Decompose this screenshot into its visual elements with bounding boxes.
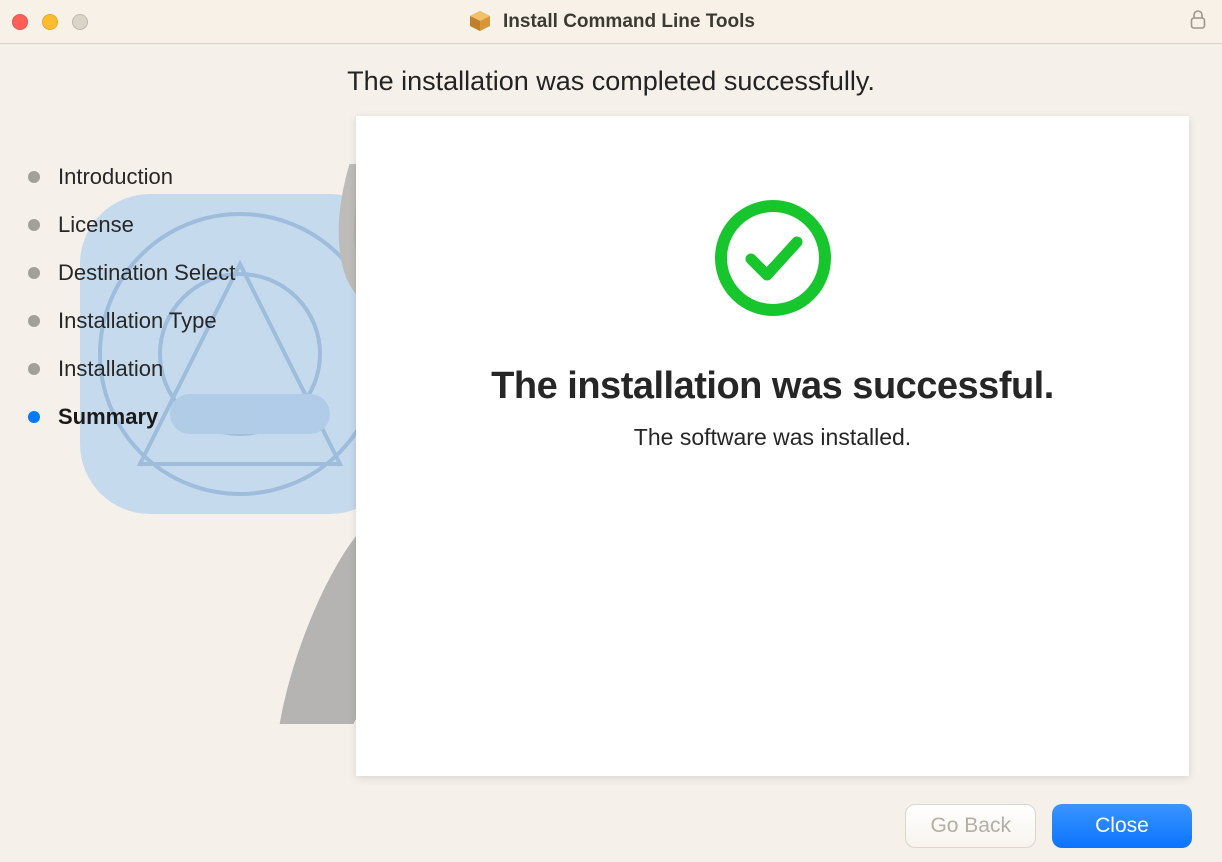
step-label: License bbox=[58, 212, 134, 238]
step-label: Installation Type bbox=[58, 308, 217, 334]
summary-card: The installation was successful. The sof… bbox=[356, 116, 1189, 776]
step-destination-select: Destination Select bbox=[28, 260, 348, 286]
close-window-button[interactable] bbox=[12, 14, 28, 30]
footer-buttons: Go Back Close bbox=[905, 804, 1192, 848]
step-installation: Installation bbox=[28, 356, 348, 382]
step-label: Summary bbox=[58, 404, 158, 430]
step-installation-type: Installation Type bbox=[28, 308, 348, 334]
step-dot-icon bbox=[28, 363, 40, 375]
window-traffic-lights bbox=[12, 14, 88, 30]
step-introduction: Introduction bbox=[28, 164, 348, 190]
success-subtitle: The software was installed. bbox=[634, 424, 911, 451]
step-label: Installation bbox=[58, 356, 163, 382]
steps-sidebar: Introduction License Destination Select … bbox=[28, 164, 348, 452]
step-label: Destination Select bbox=[58, 260, 235, 286]
step-dot-icon bbox=[28, 219, 40, 231]
titlebar: Install Command Line Tools bbox=[0, 0, 1222, 44]
step-summary: Summary bbox=[28, 404, 348, 430]
step-label: Introduction bbox=[58, 164, 173, 190]
package-icon bbox=[467, 6, 493, 37]
go-back-button: Go Back bbox=[905, 804, 1036, 848]
close-button[interactable]: Close bbox=[1052, 804, 1192, 848]
lock-icon[interactable] bbox=[1188, 8, 1208, 35]
step-dot-icon bbox=[28, 315, 40, 327]
success-checkmark-icon bbox=[711, 196, 835, 325]
success-title: The installation was successful. bbox=[491, 365, 1054, 408]
window-title: Install Command Line Tools bbox=[503, 11, 755, 33]
step-license: License bbox=[28, 212, 348, 238]
step-dot-icon bbox=[28, 267, 40, 279]
page-heading: The installation was completed successfu… bbox=[0, 66, 1222, 97]
step-dot-icon bbox=[28, 171, 40, 183]
fullscreen-window-button bbox=[72, 14, 88, 30]
minimize-window-button[interactable] bbox=[42, 14, 58, 30]
titlebar-title: Install Command Line Tools bbox=[467, 6, 755, 37]
step-dot-icon bbox=[28, 411, 40, 423]
